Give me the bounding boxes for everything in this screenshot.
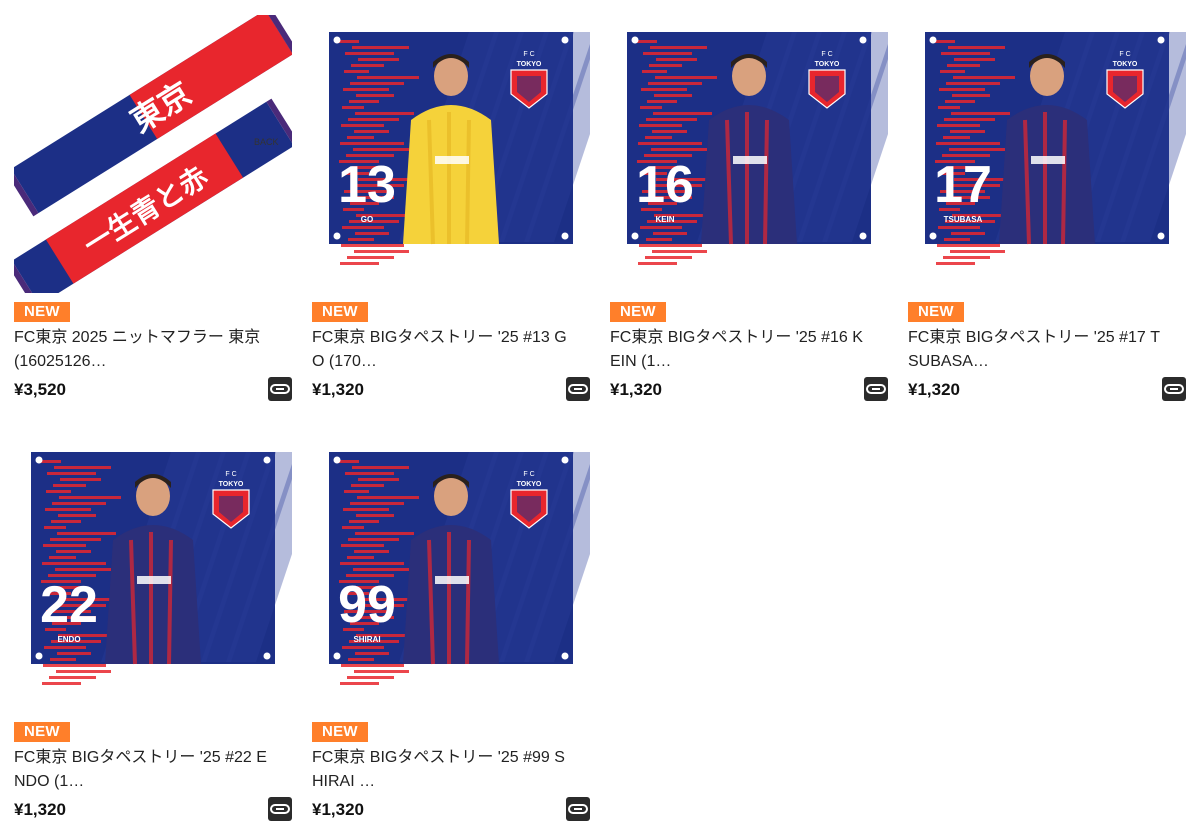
product-price: ¥1,320	[312, 380, 364, 399]
e-store-icon[interactable]	[1162, 377, 1186, 401]
product-price: ¥1,320	[908, 380, 960, 399]
product-price: ¥1,320	[610, 380, 662, 399]
tapestry-product-image[interactable]: F C TOKYO 16 KEIN	[610, 15, 922, 293]
new-badge: NEW	[14, 722, 70, 742]
new-badge: NEW	[312, 302, 368, 322]
product-title-line2: SUBASA…	[908, 353, 989, 370]
svg-text:F C: F C	[523, 471, 534, 478]
svg-text:KEIN: KEIN	[655, 215, 674, 224]
svg-text:F C: F C	[1119, 51, 1130, 58]
svg-text:TOKYO: TOKYO	[815, 61, 840, 68]
e-store-icon[interactable]	[566, 377, 590, 401]
product-title-line2: O (170…	[312, 353, 377, 370]
svg-text:22: 22	[40, 576, 98, 634]
product-price: ¥3,520	[14, 380, 66, 399]
new-badge: NEW	[908, 302, 964, 322]
product-title-line2: NDO (1…	[14, 773, 85, 790]
e-store-icon[interactable]	[268, 377, 292, 401]
product-title[interactable]: FC東京 BIGタペストリー '25 #22 E NDO (1…	[14, 746, 292, 794]
svg-text:TOKYO: TOKYO	[219, 481, 244, 488]
tapestry-product-image[interactable]: F C TOKYO 99 SHIRAI	[312, 435, 624, 713]
product-title[interactable]: FC東京 2025 ニットマフラー 東京 (16025126…	[14, 326, 292, 374]
product-title-line1: FC東京 BIGタペストリー '25 #22 E	[14, 749, 267, 766]
svg-text:TOKYO: TOKYO	[517, 481, 542, 488]
new-badge: NEW	[14, 302, 70, 322]
svg-text:BACK: BACK	[254, 137, 279, 147]
product-title-line1: FC東京 BIGタペストリー '25 #17 T	[908, 329, 1160, 346]
product-title-line1: FC東京 BIGタペストリー '25 #13 G	[312, 329, 567, 346]
product-price: ¥1,320	[312, 800, 364, 819]
tapestry-product-image[interactable]: F C TOKYO 13 GO	[312, 15, 624, 293]
svg-text:TOKYO: TOKYO	[1113, 61, 1138, 68]
product-title-line2: EIN (1…	[610, 353, 672, 370]
tapestry-product-image[interactable]: F C TOKYO 22 ENDO	[14, 435, 326, 713]
product-title[interactable]: FC東京 BIGタペストリー '25 #17 T SUBASA…	[908, 326, 1186, 374]
e-store-icon[interactable]	[864, 377, 888, 401]
svg-text:F C: F C	[225, 471, 236, 478]
svg-text:17: 17	[934, 156, 992, 214]
svg-text:13: 13	[338, 156, 396, 214]
new-badge: NEW	[312, 722, 368, 742]
product-title[interactable]: FC東京 BIGタペストリー '25 #13 G O (170…	[312, 326, 590, 374]
svg-text:TSUBASA: TSUBASA	[944, 215, 983, 224]
product-title-line1: FC東京 BIGタペストリー '25 #99 S	[312, 749, 565, 766]
svg-text:16: 16	[636, 156, 694, 214]
new-badge: NEW	[610, 302, 666, 322]
product-price: ¥1,320	[14, 800, 66, 819]
product-title-line2: HIRAI …	[312, 773, 376, 790]
svg-text:F C: F C	[523, 51, 534, 58]
e-store-icon[interactable]	[268, 797, 292, 821]
e-store-icon[interactable]	[566, 797, 590, 821]
svg-text:ENDO: ENDO	[57, 635, 80, 644]
product-title[interactable]: FC東京 BIGタペストリー '25 #99 S HIRAI …	[312, 746, 590, 794]
svg-text:TOKYO: TOKYO	[517, 61, 542, 68]
svg-text:99: 99	[338, 576, 396, 634]
svg-text:GO: GO	[361, 215, 373, 224]
tapestry-product-image[interactable]: F C TOKYO 17 TSUBASA	[908, 15, 1200, 293]
product-title[interactable]: FC東京 BIGタペストリー '25 #16 K EIN (1…	[610, 326, 888, 374]
scarf-product-image[interactable]: 東京 一生青と赤 BACK	[5, 6, 300, 309]
svg-text:SHIRAI: SHIRAI	[353, 635, 380, 644]
product-title-line1: FC東京 BIGタペストリー '25 #16 K	[610, 329, 863, 346]
product-title-line1: FC東京 2025 ニットマフラー 東京	[14, 329, 261, 346]
svg-text:F C: F C	[821, 51, 832, 58]
product-title-line2: (16025126…	[14, 353, 107, 370]
